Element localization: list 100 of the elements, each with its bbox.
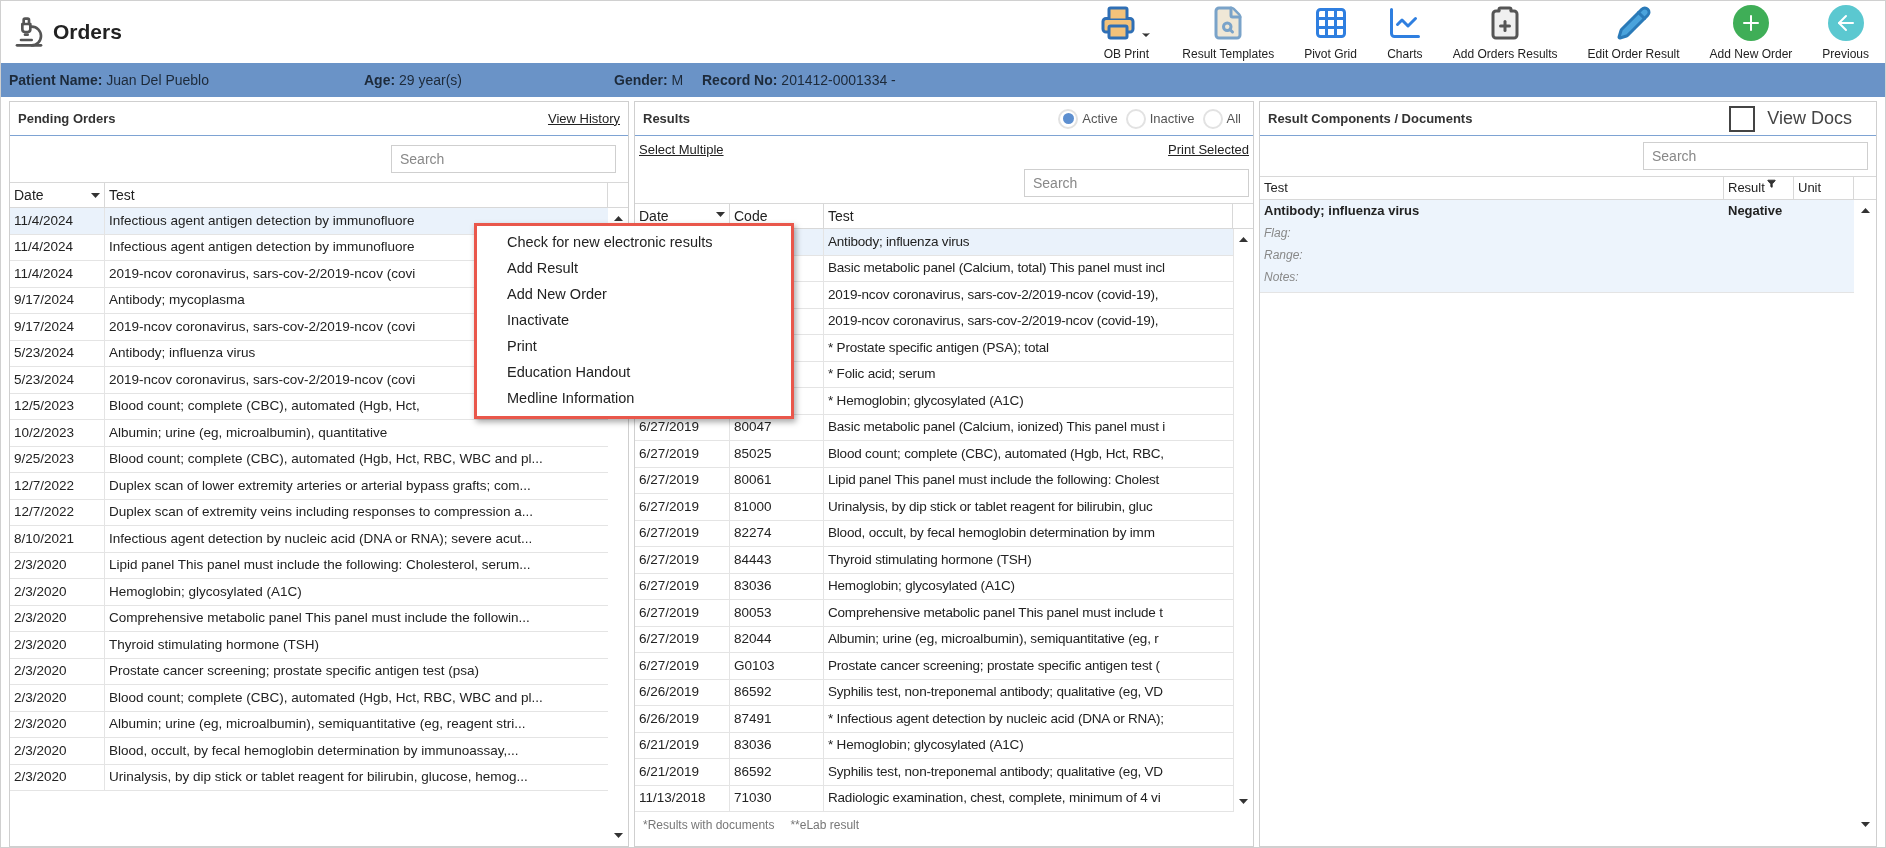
table-row[interactable]: 9/25/2023 Blood count; complete (CBC), automated (Hgb, Hct, RBC, WBC and pl... <box>10 446 608 473</box>
table-cell-text: Albumin; urine (eg, microalbumin), semiquantitative (eg, r <box>827 630 1160 649</box>
toolbar-button[interactable]: Previous <box>1818 5 1873 63</box>
scroll-down-icon[interactable] <box>1860 822 1870 827</box>
column-header[interactable]: Result <box>1728 178 1765 198</box>
table-row[interactable]: 12/7/2022 Duplex scan of extremity veins including responses to compression a... <box>10 499 608 526</box>
search-field[interactable]: Search <box>391 145 616 173</box>
table-row[interactable]: 6/27/2019 G0103 Prostate cancer screening; prostate specific antigen test ( <box>635 653 1233 680</box>
column-header[interactable]: Test <box>105 183 608 207</box>
table-cell: 5/23/2024 <box>10 340 105 366</box>
scroll-down-icon[interactable] <box>1239 799 1248 804</box>
table-cell-text: Negative <box>1727 202 1784 221</box>
toolbar-button[interactable]: Result Templates <box>1178 5 1279 63</box>
table-cell: 2/3/2020 <box>10 632 105 658</box>
column-header[interactable]: Date <box>10 183 105 207</box>
table-cell: 2/3/2020 <box>10 605 105 631</box>
table-row[interactable]: 2/3/2020 Urinalysis, by dip stick or tablet reagent for bilirubin, glucose, hemog... <box>10 764 608 791</box>
column-header[interactable]: Test <box>824 204 1233 228</box>
table-cell-text: Antibody; influenza virus <box>109 344 256 363</box>
table-cell: 86592 <box>730 759 824 785</box>
table-cell: 6/21/2019 <box>635 732 730 758</box>
panel-title: Pending Orders <box>18 109 116 128</box>
table-row[interactable]: 6/26/2019 86592 Syphilis test, non-treponemal antibody; qualitative (eg, VD <box>635 679 1233 706</box>
table-row[interactable]: 6/27/2019 83036 Hemoglobin; glycosylated (A1C) <box>635 573 1233 600</box>
table-cell: 80053 <box>730 600 824 626</box>
sort-caret-icon <box>716 212 725 217</box>
filter-radio[interactable]: Active <box>1058 108 1118 129</box>
table-cell-text: Basic metabolic panel (Calcium, total) This panel must incl <box>827 259 1166 278</box>
view-history-link[interactable]: View History <box>548 108 620 129</box>
table-row[interactable]: 2/3/2020 Comprehensive metabolic panel This panel must include the followin... <box>10 605 608 632</box>
microscope-icon <box>13 16 45 48</box>
table-cell: 83036 <box>730 732 824 758</box>
column-header[interactable]: Test <box>1260 177 1724 199</box>
filter-radio[interactable]: Inactive <box>1125 108 1195 129</box>
toolbar-button[interactable]: Charts <box>1382 5 1427 63</box>
table-row[interactable]: 6/27/2019 84443 Thyroid stimulating hormone (TSH) <box>635 547 1233 574</box>
scroll-down-icon[interactable] <box>613 833 623 838</box>
table-cell: 2/3/2020 <box>10 764 105 790</box>
table-row[interactable]: 12/7/2022 Duplex scan of lower extremity arteries or arterial bypass grafts; com... <box>10 473 608 500</box>
table-cell: 12/5/2023 <box>10 393 105 419</box>
printer-icon <box>1100 5 1137 41</box>
panel-title: Result Components / Documents <box>1268 109 1473 128</box>
toolbar-button[interactable]: Pivot Grid <box>1300 5 1361 63</box>
table-cell-text: 2019-ncov coronavirus, sars-cov-2/2019-ncov (covi <box>109 264 416 283</box>
table-cell-text: Thyroid stimulating hormone (TSH) <box>109 635 320 654</box>
table-cell: 11/4/2024 <box>10 261 105 287</box>
detail-label: Range: <box>1263 247 1304 264</box>
table-row[interactable]: 6/27/2019 82044 Albumin; urine (eg, microalbumin), semiquantitative (eg, r <box>635 626 1233 653</box>
component-row[interactable]: Antibody; influenza virus Negative Flag: Range: Notes: <box>1260 200 1854 293</box>
table-row[interactable]: 6/21/2019 83036 * Hemoglobin; glycosylated (A1C) <box>635 732 1233 759</box>
table-row[interactable]: 6/21/2019 86592 Syphilis test, non-treponemal antibody; qualitative (eg, VD <box>635 759 1233 786</box>
toolbar-button[interactable]: Add Orders Results <box>1448 5 1562 63</box>
table-row[interactable]: 6/27/2019 85025 Blood count; complete (CBC), automated (Hgb, Hct, RBC, <box>635 441 1233 468</box>
table-row[interactable]: 11/13/2018 71030 Radiologic examination, chest, complete, minimum of 4 vi <box>635 785 1233 812</box>
toolbar-button[interactable]: OB Print <box>1096 5 1157 63</box>
table-row[interactable]: 6/27/2019 81000 Urinalysis, by dip stick or tablet reagent for bilirubin, gluc <box>635 494 1233 521</box>
search-field[interactable]: Search <box>1024 169 1249 197</box>
table-cell-text: Thyroid stimulating hormone (TSH) <box>827 550 1033 569</box>
select-multiple-link[interactable]: Select Multiple <box>639 139 724 160</box>
scroll-up-icon[interactable] <box>1239 237 1248 242</box>
table-row[interactable]: 11/4/2024 Infectious agent antigen detection by immunofluore <box>10 208 608 235</box>
column-header[interactable]: Unit <box>1794 177 1854 199</box>
table-cell-text: Blood, occult, by fecal hemoglobin determination by immunoassay,... <box>109 741 519 760</box>
table-row[interactable]: 2/3/2020 Blood, occult, by fecal hemoglobin determination by immunoassay,... <box>10 738 608 765</box>
sort-caret-icon <box>91 192 100 198</box>
scroll-up-icon[interactable] <box>613 216 623 221</box>
table-row[interactable]: 2/3/2020 Hemoglobin; glycosylated (A1C) <box>10 579 608 606</box>
table-row[interactable]: 2/3/2020 Prostate cancer screening; prostate specific antigen test (psa) <box>10 658 608 685</box>
table-row[interactable]: 10/2/2023 Albumin; urine (eg, microalbumin), quantitative <box>10 420 608 447</box>
table-cell-text: Duplex scan of lower extremity arteries or arterial bypass grafts; com... <box>109 476 531 495</box>
table-cell: 6/21/2019 <box>635 759 730 785</box>
table-cell: 8/10/2021 <box>10 526 105 552</box>
table-cell: 6/27/2019 <box>635 653 730 679</box>
table-cell: 2/3/2020 <box>10 685 105 711</box>
filter-icon[interactable] <box>1766 179 1776 188</box>
print-selected-link[interactable]: Print Selected <box>1168 139 1249 160</box>
table-row[interactable]: 2/3/2020 Blood count; complete (CBC), automated (Hgb, Hct, RBC, WBC and pl... <box>10 685 608 712</box>
table-cell: 83036 <box>730 573 824 599</box>
patient-info: Age: 29 year(s) <box>364 70 464 90</box>
toolbar-button[interactable]: Add New Order <box>1705 5 1797 63</box>
table-row[interactable]: 2/3/2020 Thyroid stimulating hormone (TSH) <box>10 632 608 659</box>
table-row[interactable]: 8/10/2021 Infectious agent detection by nucleic acid (DNA or RNA); severe acut... <box>10 526 608 553</box>
table-row[interactable]: 6/27/2019 80053 Comprehensive metabolic panel This panel must include t <box>635 600 1233 627</box>
table-cell-text: Prostate cancer screening; prostate specific antigen test ( <box>827 656 1161 675</box>
table-cell: 6/27/2019 <box>635 547 730 573</box>
table-cell: 81000 <box>730 494 824 520</box>
search-field[interactable]: Search <box>1643 142 1868 170</box>
toolbar-button[interactable]: Edit Order Result <box>1583 5 1684 63</box>
view-docs-checkbox[interactable] <box>1729 105 1756 132</box>
table-row[interactable]: 2/3/2020 Albumin; urine (eg, microalbumin), semiquantitative (eg, reagent stri... <box>10 711 608 738</box>
patient-info: Patient Name: Juan Del Pueblo <box>9 70 210 90</box>
table-row[interactable]: 6/27/2019 82274 Blood, occult, by fecal hemoglobin determination by imm <box>635 520 1233 547</box>
page-title: Orders <box>53 19 122 46</box>
table-cell: 11/4/2024 <box>10 208 105 234</box>
table-row[interactable]: 2/3/2020 Lipid panel This panel must include the following: Cholesterol, serum... <box>10 552 608 579</box>
table-row[interactable]: 6/26/2019 87491 * Infectious agent detection by nucleic acid (DNA or RNA); <box>635 706 1233 733</box>
scroll-up-icon[interactable] <box>1860 208 1870 213</box>
view-docs-label[interactable]: View Docs <box>1767 105 1852 132</box>
table-cell-text: Blood count; complete (CBC), automated (Hgb, Hct, RBC, <box>827 444 1165 463</box>
table-row[interactable]: 6/27/2019 80061 Lipid panel This panel must include the following: Cholest <box>635 467 1233 494</box>
